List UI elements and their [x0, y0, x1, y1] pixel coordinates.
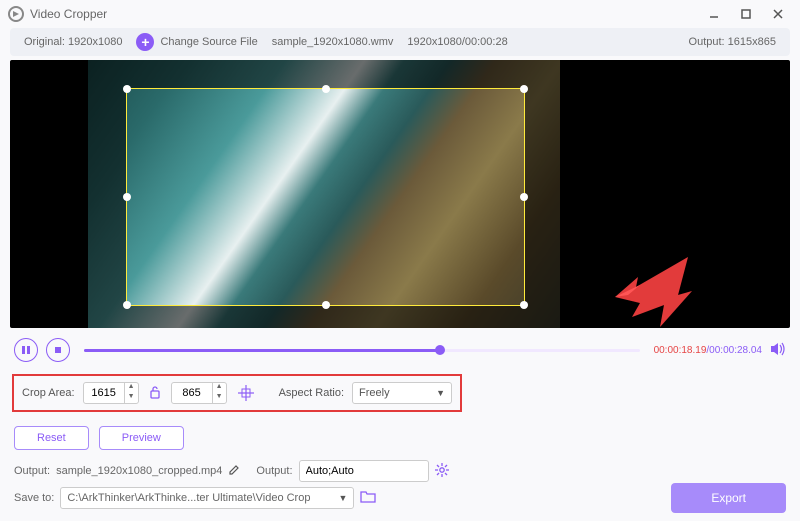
stop-button[interactable] — [46, 338, 70, 362]
save-path-value: C:\ArkThinker\ArkThinke...ter Ultimate\V… — [67, 492, 310, 504]
center-crop-icon[interactable] — [235, 382, 257, 404]
crop-handle-bottom-left[interactable] — [123, 301, 131, 309]
aspect-ratio-value: Freely — [359, 387, 390, 399]
change-source-button[interactable]: + Change Source File — [136, 33, 257, 51]
close-button[interactable] — [764, 4, 792, 24]
crop-height-field[interactable] — [172, 387, 212, 399]
aspect-ratio-label: Aspect Ratio: — [279, 387, 344, 399]
crop-mask — [525, 88, 560, 306]
preview-button[interactable]: Preview — [99, 426, 184, 450]
original-size-label: Original: 1920x1080 — [24, 36, 122, 48]
output-format-field[interactable] — [299, 460, 429, 482]
crop-area-label: Crop Area: — [22, 387, 75, 399]
settings-icon[interactable] — [435, 463, 449, 480]
seek-progress — [84, 349, 440, 352]
crop-height-spinner[interactable]: ▲▼ — [212, 383, 226, 403]
export-button[interactable]: Export — [671, 483, 786, 513]
aspect-ratio-select[interactable]: Freely ▼ — [352, 382, 452, 404]
open-folder-icon[interactable] — [360, 490, 376, 506]
output-filename: sample_1920x1080_cropped.mp4 — [56, 465, 222, 477]
aspect-lock-icon[interactable] — [147, 385, 163, 402]
output-format-label: Output: — [256, 465, 292, 477]
crop-handle-bottom-middle[interactable] — [322, 301, 330, 309]
window-title: Video Cropper — [30, 7, 107, 21]
crop-width-input[interactable]: ▲▼ — [83, 382, 139, 404]
info-bar: Original: 1920x1080 + Change Source File… — [10, 28, 790, 56]
crop-handle-middle-left[interactable] — [123, 193, 131, 201]
change-source-label: Change Source File — [160, 36, 257, 48]
maximize-button[interactable] — [732, 4, 760, 24]
time-total: /00:00:28.04 — [706, 345, 762, 356]
crop-settings-row: Crop Area: ▲▼ ▲▼ Aspect Ratio: Freely ▼ — [12, 374, 462, 412]
crop-height-input[interactable]: ▲▼ — [171, 382, 227, 404]
crop-width-spinner[interactable]: ▲▼ — [124, 383, 138, 403]
source-filename: sample_1920x1080.wmv — [272, 36, 394, 48]
seek-thumb[interactable] — [435, 345, 445, 355]
reset-button[interactable]: Reset — [14, 426, 89, 450]
save-row: Save to: C:\ArkThinker\ArkThinke...ter U… — [14, 483, 786, 513]
chevron-down-icon: ▼ — [338, 493, 347, 503]
crop-handle-top-middle[interactable] — [322, 85, 330, 93]
crop-handle-middle-right[interactable] — [520, 193, 528, 201]
title-bar: Video Cropper — [0, 0, 800, 28]
crop-mask — [88, 60, 560, 88]
output-file-label: Output: — [14, 465, 50, 477]
save-path-select[interactable]: C:\ArkThinker\ArkThinke...ter Ultimate\V… — [60, 487, 354, 509]
volume-icon[interactable] — [770, 342, 786, 359]
seek-bar[interactable] — [84, 349, 640, 352]
resolution-duration: 1920x1080/00:00:28 — [407, 36, 507, 48]
pause-button[interactable] — [14, 338, 38, 362]
window-controls — [700, 4, 792, 24]
crop-handle-top-left[interactable] — [123, 85, 131, 93]
time-display: 00:00:18.19/00:00:28.04 — [654, 345, 762, 356]
plus-icon: + — [136, 33, 154, 51]
chevron-down-icon: ▼ — [436, 388, 445, 398]
crop-handle-top-right[interactable] — [520, 85, 528, 93]
crop-handle-bottom-right[interactable] — [520, 301, 528, 309]
crop-rectangle[interactable] — [126, 88, 525, 306]
output-format-input[interactable] — [306, 465, 422, 477]
action-buttons: Reset Preview — [14, 426, 786, 450]
crop-mask — [88, 306, 560, 328]
video-preview[interactable] — [10, 60, 790, 328]
save-to-label: Save to: — [14, 492, 54, 504]
edit-filename-icon[interactable] — [228, 464, 240, 479]
app-logo-icon — [8, 6, 24, 22]
crop-width-field[interactable] — [84, 387, 124, 399]
time-current: 00:00:18.19 — [654, 345, 707, 356]
minimize-button[interactable] — [700, 4, 728, 24]
playback-bar: 00:00:18.19/00:00:28.04 — [0, 328, 800, 370]
output-size-label: Output: 1615x865 — [689, 36, 776, 48]
crop-mask — [88, 88, 126, 306]
output-row: Output: sample_1920x1080_cropped.mp4 Out… — [14, 460, 786, 482]
